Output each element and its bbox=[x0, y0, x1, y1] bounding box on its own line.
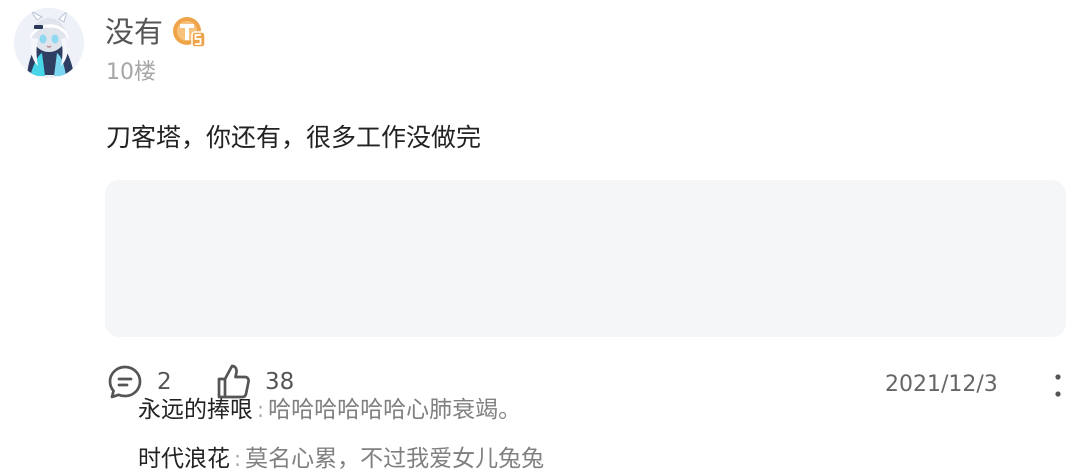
username[interactable]: 没有 bbox=[105, 12, 163, 52]
thumbs-up-icon bbox=[217, 364, 250, 399]
comment-bubble-icon bbox=[108, 365, 142, 399]
avatar[interactable] bbox=[14, 8, 84, 78]
like-button[interactable]: 38 bbox=[214, 362, 294, 402]
post-date: 2021/12/3 bbox=[885, 372, 998, 397]
reply-text: 哈哈哈哈哈哈心肺衰竭。 bbox=[268, 397, 522, 423]
reply-text: 莫名心累，不过我爱女儿兔兔 bbox=[245, 446, 545, 472]
comment-content: 刀客塔，你还有，很多工作没做完 bbox=[106, 123, 482, 152]
reply-item[interactable]: 永远的捧哏: 哈哈哈哈哈哈心肺衰竭。 bbox=[138, 393, 521, 427]
reply-panel[interactable]: 永远的捧哏: 哈哈哈哈哈哈心肺衰竭。 时代浪花: 莫名心累，不过我爱女儿兔兔 bbox=[105, 180, 1066, 472]
comment-count: 2 bbox=[157, 369, 172, 395]
level-badge-icon bbox=[173, 17, 206, 48]
comment-button[interactable]: 2 bbox=[106, 362, 172, 402]
anime-character-avatar bbox=[14, 8, 84, 78]
vertical-dots-icon[interactable] bbox=[1046, 370, 1070, 402]
reply-author[interactable]: 时代浪花 bbox=[138, 446, 230, 472]
reply-separator: : bbox=[234, 447, 242, 471]
floor-number: 10楼 bbox=[106, 60, 156, 85]
reply-item[interactable]: 时代浪花: 莫名心累，不过我爱女儿兔兔 bbox=[138, 442, 544, 476]
like-count: 38 bbox=[265, 369, 295, 395]
